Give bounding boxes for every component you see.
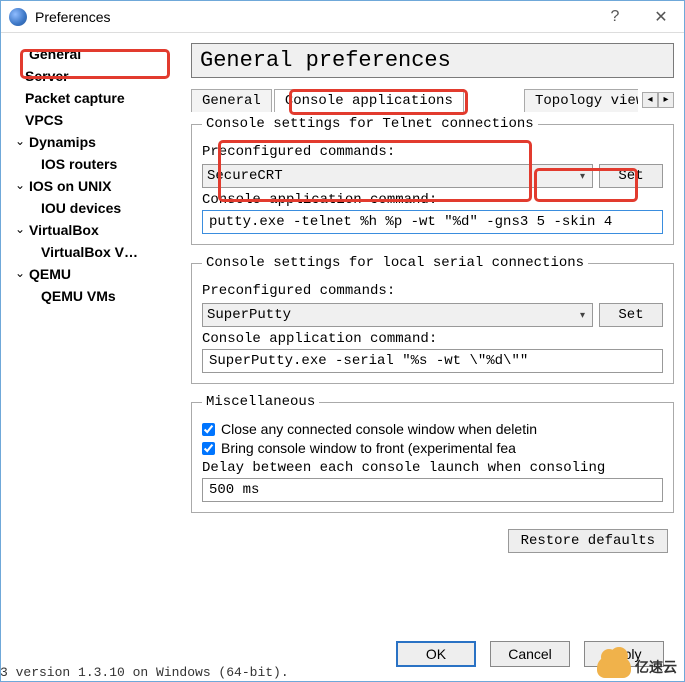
ok-button[interactable]: OK — [396, 641, 476, 667]
titlebar: Preferences ? ✕ — [1, 1, 684, 33]
telnet-set-button[interactable]: Set — [599, 164, 663, 188]
telnet-pre-label: Preconfigured commands: — [202, 144, 663, 160]
content-pane: General preferences General Console appl… — [191, 43, 674, 633]
sidebar-item-label: QEMU — [29, 266, 71, 282]
sidebar-item-label: IOS routers — [41, 156, 117, 172]
serial-pre-label: Preconfigured commands: — [202, 283, 663, 299]
brand-text: 亿速云 — [635, 657, 677, 677]
sidebar-item-label: Dynamips — [29, 134, 96, 150]
sidebar: GeneralServerPacket captureVPCS⌄Dynamips… — [11, 43, 181, 633]
serial-command-input[interactable] — [202, 349, 663, 373]
sidebar-item-general[interactable]: General — [11, 43, 181, 65]
tab-bar: General Console applications Topology vi… — [191, 88, 674, 111]
tab-scroll-right-button[interactable]: ▸ — [658, 92, 674, 108]
close-console-checkbox[interactable] — [202, 423, 215, 436]
window-title: Preferences — [35, 9, 592, 25]
sidebar-item-label: VPCS — [25, 112, 63, 128]
bring-to-front-checkbox[interactable] — [202, 442, 215, 455]
app-icon — [9, 8, 27, 26]
help-button[interactable]: ? — [592, 2, 638, 32]
delay-input[interactable] — [202, 478, 663, 502]
sidebar-item-ios-routers[interactable]: IOS routers — [11, 153, 181, 175]
tab-topology-view[interactable]: Topology view — [524, 89, 638, 112]
telnet-cmd-label: Console application command: — [202, 192, 663, 208]
tab-console-applications[interactable]: Console applications — [274, 89, 464, 112]
chevron-down-icon: ⌄ — [15, 178, 29, 192]
chevron-down-icon: ⌄ — [15, 134, 29, 148]
restore-defaults-button[interactable]: Restore defaults — [508, 529, 668, 553]
sidebar-item-qemu-vms[interactable]: QEMU VMs — [11, 285, 181, 307]
telnet-preconfigured-combo[interactable]: SecureCRT — [202, 164, 593, 188]
sidebar-item-label: Packet capture — [25, 90, 125, 106]
serial-preconfigured-combo[interactable]: SuperPutty — [202, 303, 593, 327]
telnet-legend: Console settings for Telnet connections — [202, 116, 538, 132]
misc-fieldset: Miscellaneous Close any connected consol… — [191, 394, 674, 513]
sidebar-item-vpcs[interactable]: VPCS — [11, 109, 181, 131]
sidebar-item-label: VirtualBox — [29, 222, 99, 238]
sidebar-item-label: Server — [25, 68, 69, 84]
sidebar-item-label: General — [29, 46, 81, 62]
sidebar-item-dynamips[interactable]: ⌄Dynamips — [11, 131, 181, 153]
serial-fieldset: Console settings for local serial connec… — [191, 255, 674, 384]
sidebar-item-virtualbox-vms[interactable]: VirtualBox V… — [11, 241, 181, 263]
page-title: General preferences — [191, 43, 674, 78]
watermark-brand: 亿速云 — [597, 656, 677, 678]
sidebar-item-label: IOS on UNIX — [29, 178, 111, 194]
delay-label: Delay between each console launch when c… — [202, 460, 663, 476]
sidebar-item-server[interactable]: Server — [11, 65, 181, 87]
sidebar-item-packet-capture[interactable]: Packet capture — [11, 87, 181, 109]
cloud-icon — [597, 656, 631, 678]
chevron-down-icon: ⌄ — [15, 222, 29, 236]
serial-legend: Console settings for local serial connec… — [202, 255, 588, 271]
bring-to-front-label: Bring console window to front (experimen… — [221, 440, 516, 456]
serial-set-button[interactable]: Set — [599, 303, 663, 327]
telnet-command-input[interactable] — [202, 210, 663, 234]
sidebar-item-virtualbox[interactable]: ⌄VirtualBox — [11, 219, 181, 241]
sidebar-item-qemu[interactable]: ⌄QEMU — [11, 263, 181, 285]
sidebar-item-iou-devices[interactable]: IOU devices — [11, 197, 181, 219]
preferences-window: Preferences ? ✕ General Server Packet capt… — [0, 0, 685, 682]
cancel-button[interactable]: Cancel — [490, 641, 570, 667]
close-icon: ✕ — [654, 7, 667, 27]
sidebar-item-ios-on-unix[interactable]: ⌄IOS on UNIX — [11, 175, 181, 197]
chevron-down-icon: ⌄ — [15, 266, 29, 280]
close-button[interactable]: ✕ — [638, 2, 684, 32]
sidebar-item-label: IOU devices — [41, 200, 121, 216]
serial-cmd-label: Console application command: — [202, 331, 663, 347]
sidebar-item-label: VirtualBox V… — [41, 244, 138, 260]
status-version-text: 3 version 1.3.10 on Windows (64-bit). — [0, 665, 289, 680]
tab-scroll-left-button[interactable]: ◂ — [642, 92, 658, 108]
telnet-fieldset: Console settings for Telnet connections … — [191, 116, 674, 245]
close-console-label: Close any connected console window when … — [221, 421, 537, 437]
tab-general[interactable]: General — [191, 89, 272, 112]
help-icon: ? — [611, 8, 620, 26]
misc-legend: Miscellaneous — [202, 394, 319, 410]
sidebar-item-label: QEMU VMs — [41, 288, 116, 304]
